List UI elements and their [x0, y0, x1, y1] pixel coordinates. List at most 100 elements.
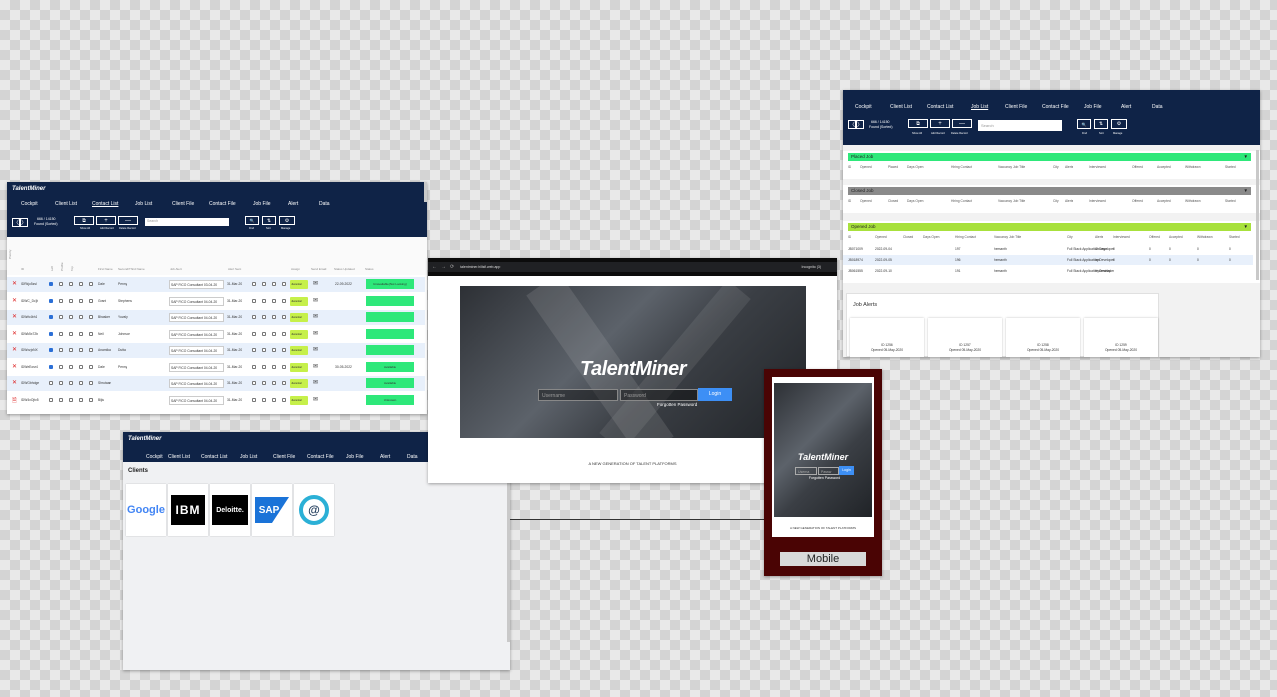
nav-job-list[interactable]: Job List: [135, 201, 152, 207]
row-mark-icon[interactable]: ✕: [12, 363, 17, 370]
row-checkbox[interactable]: [49, 364, 53, 369]
row-checkbox[interactable]: [89, 315, 93, 319]
row-checkbox[interactable]: [89, 298, 93, 303]
job-show-all-button[interactable]: ⧉: [908, 119, 928, 128]
nav-client-file[interactable]: Client File: [172, 201, 194, 207]
alert-checkbox[interactable]: [252, 364, 256, 369]
opened-collapse-icon[interactable]: ▼: [1244, 224, 1248, 229]
send-email-icon[interactable]: ✉: [313, 313, 318, 320]
alert-checkbox[interactable]: [262, 364, 266, 369]
row-checkbox[interactable]: [69, 315, 73, 319]
job-manage-button[interactable]: ⚙: [1111, 119, 1127, 129]
row-checkbox[interactable]: [79, 364, 83, 369]
row-checkbox[interactable]: [49, 331, 53, 336]
row-mark-icon[interactable]: ✕: [12, 297, 17, 304]
row-checkbox[interactable]: [59, 397, 63, 402]
table-row[interactable]: ✕ IDWGbhdge Shrutaan SAP FICO Consultant 04…: [7, 376, 425, 391]
browser-reload-icon[interactable]: ⟳: [450, 264, 454, 270]
client-nav-cockpit[interactable]: Cockpit: [146, 454, 163, 460]
row-mark-icon[interactable]: ✕: [12, 280, 17, 287]
row-checkbox[interactable]: [69, 348, 73, 352]
contact-scrollbar[interactable]: [424, 182, 427, 202]
alert-checkbox[interactable]: [252, 298, 256, 303]
job-nav-job-list[interactable]: Job List: [971, 104, 988, 110]
placed-job-bar[interactable]: Placed Job ▼: [848, 153, 1251, 161]
browser-forward-icon[interactable]: →: [441, 264, 446, 270]
mobile-forgot-link[interactable]: Forgotten Password: [802, 476, 847, 480]
row-checkbox[interactable]: [59, 331, 63, 336]
alert-checkbox[interactable]: [282, 381, 286, 385]
job-find-button[interactable]: 🔍: [1077, 119, 1091, 129]
job-alert-field[interactable]: SAP FICO Consultant 04-04-20: [169, 362, 224, 372]
row-mark-icon[interactable]: 🗎: [12, 396, 17, 406]
nav-data[interactable]: Data: [319, 201, 330, 207]
job-alert-field[interactable]: SAP FICO Consultant 04-04-20: [169, 313, 224, 322]
table-row[interactable]: ✕ IDWk5x72b Neil Johnson SAP FICO Consultant…: [7, 326, 425, 342]
alert-checkbox[interactable]: [272, 348, 276, 352]
row-checkbox[interactable]: [69, 282, 73, 286]
sort-button[interactable]: ⇅: [262, 216, 276, 225]
assign-button[interactable]: Jiwanlal: [290, 362, 308, 372]
next-record-button[interactable]: 〉: [20, 218, 28, 227]
assign-button[interactable]: Jiwanlal: [290, 346, 308, 355]
contact-id[interactable]: IDWC_Dc]b: [21, 299, 38, 303]
row-checkbox[interactable]: [69, 364, 73, 369]
client-nav-job-list[interactable]: Job List: [240, 454, 257, 460]
row-checkbox[interactable]: [79, 397, 83, 402]
assign-button[interactable]: Jiwanlal: [290, 329, 308, 339]
nav-cockpit[interactable]: Cockpit: [21, 201, 38, 207]
alert-checkbox[interactable]: [252, 381, 256, 385]
alert-checkbox[interactable]: [272, 397, 276, 402]
row-checkbox[interactable]: [69, 298, 73, 303]
client-nav-alert[interactable]: Alert: [380, 454, 390, 460]
job-row[interactable]: JB061555 2022-09-10 191 hemanth Full Stack A…: [843, 266, 1253, 276]
login-button[interactable]: Login: [698, 388, 732, 401]
nav-job-file[interactable]: Job File: [253, 201, 271, 207]
alert-checkbox[interactable]: [272, 381, 276, 385]
client-nav-client-list[interactable]: Client List: [168, 454, 190, 460]
row-checkbox[interactable]: [89, 331, 93, 336]
row-checkbox[interactable]: [69, 397, 73, 402]
row-checkbox[interactable]: [49, 397, 53, 402]
alert-checkbox[interactable]: [262, 397, 266, 402]
row-checkbox[interactable]: [89, 348, 93, 352]
job-alert-field[interactable]: SAP FICO Consultant 04-04-20: [169, 379, 224, 388]
alert-checkbox[interactable]: [272, 298, 276, 303]
job-scrollbar[interactable]: [1256, 150, 1259, 280]
job-alert-field[interactable]: SAP FICO Consultant 04-04-20: [169, 329, 224, 339]
table-row[interactable]: ✕ IDRkjo5zsl Dale Penny SAP FICO Consultant …: [7, 277, 425, 292]
alert-card[interactable]: ID 1259 Opened 05-May-2020: [1084, 318, 1158, 357]
alert-checkbox[interactable]: [252, 315, 256, 319]
contact-id[interactable]: IDWGbhdge: [21, 381, 39, 385]
row-checkbox[interactable]: [59, 298, 63, 303]
client-nav-contact-list[interactable]: Contact List: [201, 454, 227, 460]
job-prev-button[interactable]: 〈: [848, 120, 856, 129]
send-email-icon[interactable]: ✉: [313, 363, 318, 370]
mobile-password-input[interactable]: Passw: [818, 467, 839, 475]
row-checkbox[interactable]: [59, 364, 63, 369]
table-row[interactable]: ✕ IDWxzjxNX Anamika Dutta SAP FICO Consultan…: [7, 343, 425, 358]
alert-checkbox[interactable]: [252, 331, 256, 336]
job-row[interactable]: JB071009 2022-09-04 197 hemanth Full Stack A…: [843, 244, 1253, 254]
find-button[interactable]: 🔍: [245, 216, 259, 225]
row-checkbox[interactable]: [49, 381, 53, 385]
client-nav-data[interactable]: Data: [407, 454, 418, 460]
row-mark-icon[interactable]: ✕: [12, 313, 17, 320]
job-nav-contact-list[interactable]: Contact List: [927, 104, 953, 110]
username-input[interactable]: Username: [538, 389, 618, 401]
row-checkbox[interactable]: [69, 331, 73, 336]
row-checkbox[interactable]: [49, 298, 53, 303]
row-checkbox[interactable]: [79, 348, 83, 352]
row-checkbox[interactable]: [89, 282, 93, 286]
job-nav-client-file[interactable]: Client File: [1005, 104, 1027, 110]
alert-checkbox[interactable]: [282, 282, 286, 286]
alert-checkbox[interactable]: [262, 348, 266, 352]
job-nav-cockpit[interactable]: Cockpit: [855, 104, 872, 110]
status-badge[interactable]: Available: [366, 361, 414, 372]
alert-checkbox[interactable]: [272, 315, 276, 319]
row-checkbox[interactable]: [89, 364, 93, 369]
nav-contact-list[interactable]: Contact List: [92, 201, 118, 207]
browser-url[interactable]: talentminer.hillsfi.web.app: [460, 265, 500, 269]
row-mark-icon[interactable]: ✕: [12, 346, 17, 353]
contact-id[interactable]: IDWeEosr4: [21, 365, 38, 369]
